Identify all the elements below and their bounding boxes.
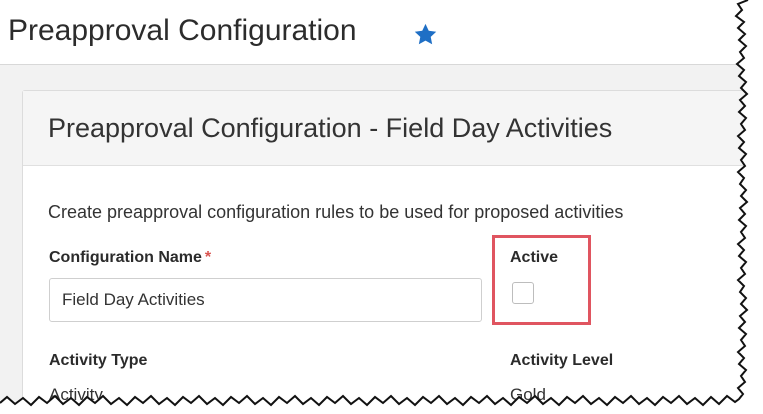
page-header: Preapproval Configuration xyxy=(0,0,763,65)
activity-level-value: Gold xyxy=(510,385,546,404)
activity-type-value: Activity xyxy=(49,385,103,404)
card-description: Create preapproval configuration rules t… xyxy=(48,202,624,222)
active-highlight-annotation xyxy=(492,235,591,325)
required-marker: * xyxy=(204,249,212,266)
activity-level-label: Activity Level xyxy=(510,352,614,369)
activity-type-label: Activity Type xyxy=(49,352,148,369)
configuration-card: Preapproval Configuration - Field Day Ac… xyxy=(22,90,763,414)
configuration-name-input[interactable] xyxy=(49,278,482,322)
card-title: Preapproval Configuration - Field Day Ac… xyxy=(48,113,613,143)
configuration-name-label: Configuration Name * xyxy=(49,249,211,267)
page-title: Preapproval Configuration xyxy=(8,14,357,47)
configuration-name-label-text: Configuration Name xyxy=(49,249,202,266)
screenshot-frame: Preapproval Configuration Preapproval Co… xyxy=(0,0,763,414)
card-header: Preapproval Configuration - Field Day Ac… xyxy=(23,91,763,166)
star-icon[interactable] xyxy=(413,22,438,47)
